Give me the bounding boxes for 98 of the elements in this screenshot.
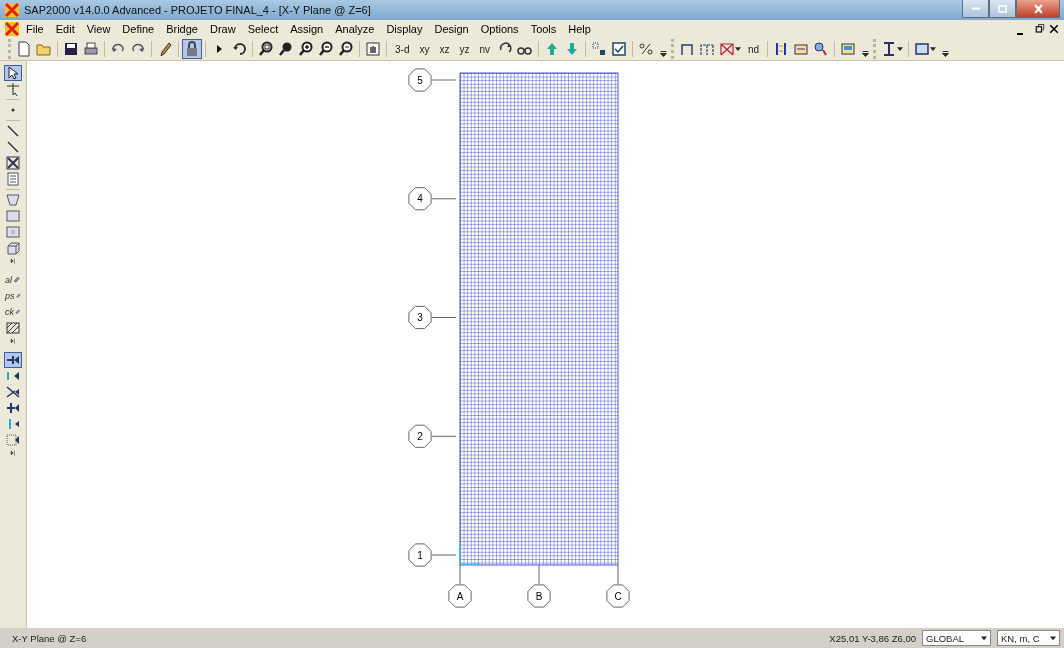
grid-line	[617, 564, 619, 585]
caret-icon	[735, 47, 741, 51]
grid-label: A	[448, 584, 472, 608]
lock-icon	[184, 41, 200, 57]
tool-button[interactable]	[4, 65, 22, 81]
zoom-in-icon	[298, 41, 314, 57]
grid-line	[459, 564, 461, 585]
hatch-icon	[5, 320, 21, 336]
grid-label: B	[527, 584, 551, 608]
menu-item[interactable]: Analyze	[329, 23, 381, 35]
close-icon	[1048, 23, 1060, 35]
table-icon	[5, 171, 21, 187]
menu-item[interactable]: Draw	[203, 23, 242, 35]
menu-item[interactable]: Options	[474, 23, 525, 35]
minimize-button[interactable]	[962, 0, 989, 18]
rotate-icon	[231, 41, 247, 57]
display-icon	[840, 41, 857, 57]
line-icon	[5, 139, 21, 155]
grid-label: C	[606, 584, 630, 608]
rectangle-icon	[5, 208, 21, 224]
grid-label: 5	[408, 68, 432, 92]
grid-line	[431, 79, 457, 81]
restore-icon	[1034, 23, 1046, 35]
view-button[interactable]: yz	[454, 39, 475, 59]
status-text: X-Y Plane @ Z=6	[12, 632, 88, 644]
zoom-out-icon	[318, 41, 334, 57]
menu-item[interactable]: Define	[116, 23, 161, 35]
grid-label: 2	[408, 424, 432, 448]
units-dropdown[interactable]: KN, m, C	[997, 630, 1060, 646]
polygon-icon	[5, 192, 21, 208]
frame-icon	[699, 41, 715, 57]
tool-button[interactable]	[4, 240, 22, 256]
view-button[interactable]: xz	[434, 39, 455, 59]
frame-icon	[719, 41, 735, 57]
menu-item[interactable]: Help	[562, 23, 597, 35]
grid-line	[431, 317, 457, 318]
menu-item[interactable]: Bridge	[160, 23, 204, 35]
grid-label: 1	[408, 543, 432, 567]
grid-line	[538, 564, 540, 585]
menu-item[interactable]: Select	[241, 23, 285, 35]
menu-item[interactable]: Assign	[284, 23, 330, 35]
menu-item[interactable]: Display	[380, 23, 429, 35]
grid-line	[431, 198, 457, 200]
view-button[interactable]: nd	[743, 39, 765, 59]
printer-icon	[83, 41, 99, 57]
pointer-icon	[5, 65, 21, 81]
coordinates-text: X25,01 Y-3,86 Z6,00	[829, 632, 916, 644]
grid-label: 4	[408, 187, 432, 211]
view-button[interactable]: nv	[474, 39, 495, 59]
screen-icon	[914, 41, 931, 57]
grid-line	[431, 435, 457, 437]
area-icon	[5, 224, 21, 240]
overflow-icon	[660, 51, 667, 57]
reshape-icon	[5, 81, 21, 97]
minimize-icon	[1017, 33, 1023, 35]
line-icon	[5, 123, 21, 139]
select-icon	[591, 41, 607, 57]
caret-icon	[930, 47, 937, 51]
menu-item[interactable]: Tools	[524, 23, 563, 35]
logo-icon	[4, 21, 20, 37]
tool-button[interactable]: al	[4, 272, 22, 288]
view-button[interactable]: xy	[414, 39, 435, 59]
logo-icon	[4, 2, 20, 18]
view-button[interactable]: 3-d	[390, 39, 415, 59]
menu-item[interactable]: View	[80, 23, 117, 35]
down-arrow-icon	[564, 41, 580, 57]
checkbox-icon	[611, 41, 627, 57]
overflow-icon	[942, 51, 950, 57]
overflow-icon	[862, 51, 870, 57]
folder-icon	[36, 41, 52, 57]
pencil-icon	[157, 41, 173, 57]
zoom-window-icon	[258, 41, 274, 57]
percent-icon	[638, 41, 654, 57]
window-title: SAP2000 v14.0.0 Advanced - PROJETO FINAL_4 - [X-Y Plane @ Z=6]	[24, 4, 372, 16]
axis-drawing	[459, 545, 481, 567]
tool-button[interactable]: ck	[4, 304, 22, 320]
menu-item[interactable]: Edit	[49, 23, 81, 35]
close-icon	[1033, 3, 1043, 14]
up-arrow-icon	[544, 41, 560, 57]
tool-button[interactable]: ps	[4, 288, 22, 304]
frame-icon	[679, 41, 695, 57]
solid-icon	[5, 240, 21, 256]
save-icon	[63, 41, 79, 57]
caret-icon	[897, 47, 904, 51]
restore-button[interactable]	[989, 0, 1016, 18]
zoom-fit-icon	[278, 41, 294, 57]
coordinate-system-dropdown[interactable]: GLOBAL	[922, 630, 991, 646]
toolbar-button[interactable]	[609, 39, 629, 59]
restore-icon	[998, 4, 1007, 13]
minimize-icon	[971, 7, 980, 10]
close-button[interactable]	[1016, 0, 1060, 18]
tool-button[interactable]	[4, 320, 22, 336]
menu-item[interactable]: Design	[428, 23, 475, 35]
grid-line	[431, 554, 457, 556]
zoom-previous-icon	[338, 41, 354, 57]
new-file-icon	[16, 41, 32, 57]
menu-item[interactable]: File	[20, 23, 50, 35]
grid-label: 3	[408, 305, 432, 330]
